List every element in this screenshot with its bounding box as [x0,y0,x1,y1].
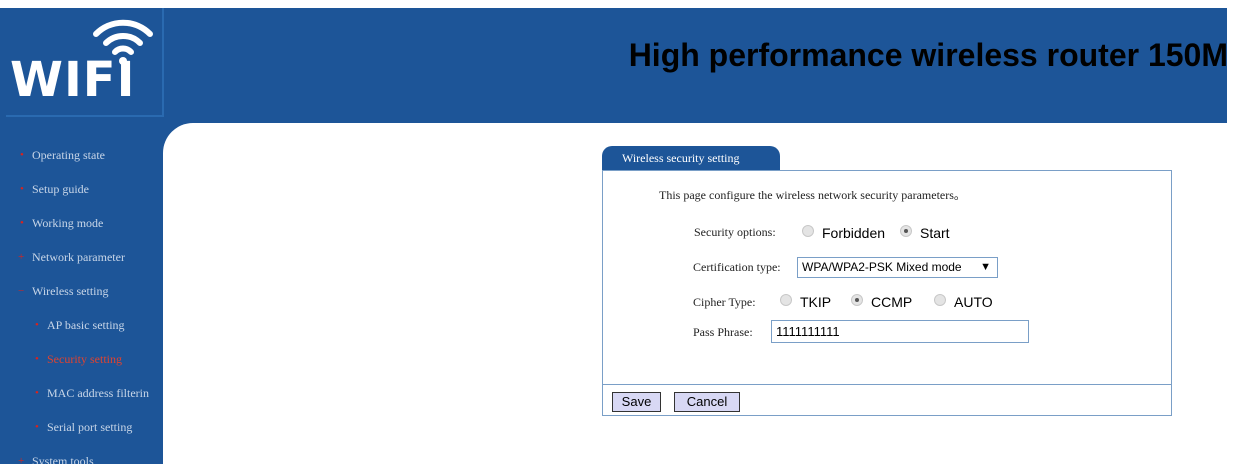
logo-text: WIFI [10,52,136,108]
security-options-label: Security options: [694,225,776,239]
tab-wireless-security-setting[interactable]: Wireless security setting [602,146,780,170]
radio-forbidden-label: Forbidden [822,225,886,241]
radio-forbidden[interactable] [802,225,814,237]
radio-auto-label: AUTO [954,294,993,310]
certification-type-select[interactable]: WPA/WPA2-PSK Mixed mode ▼ [797,257,998,278]
bullet-icon: • [35,421,39,433]
bullet-icon: • [35,353,39,365]
logo: WIFI [6,8,164,117]
sidebar-item-operating-state[interactable]: • Operating state [0,143,163,173]
radio-start[interactable] [900,225,912,237]
sidebar-item-label: System tools [32,454,94,464]
divider [602,384,1172,385]
certification-type-label: Certification type: [693,260,781,274]
sidebar-item-label: Serial port setting [47,420,133,434]
sidebar-item-label: Working mode [32,216,104,230]
settings-panel [602,170,1172,416]
sidebar-item-label: Wireless setting [32,284,109,298]
sidebar-item-working-mode[interactable]: • Working mode [0,211,163,241]
sidebar-item-ap-basic-setting[interactable]: • AP basic setting [0,313,163,343]
content-corner [163,123,193,153]
plus-icon: + [18,455,25,464]
sidebar-item-label: Setup guide [32,182,89,196]
radio-tkip[interactable] [780,294,792,306]
bullet-icon: • [35,387,39,399]
sidebar-item-security-setting[interactable]: • Security setting [0,347,163,377]
chevron-down-icon: ▼ [980,261,991,273]
sidebar-item-label: AP basic setting [47,318,125,332]
bullet-icon: • [35,319,39,331]
plus-icon: + [18,251,25,263]
sidebar-item-label: Network parameter [32,250,125,264]
sidebar: • Operating state • Setup guide • Workin… [0,123,163,464]
bullet-icon: • [20,183,24,195]
minus-icon: − [18,285,25,297]
bullet-icon: • [20,149,24,161]
radio-tkip-label: TKIP [800,294,832,310]
certification-type-value: WPA/WPA2-PSK Mixed mode [802,260,962,274]
sidebar-item-mac-address-filtering[interactable]: • MAC address filterin [0,381,163,411]
radio-auto[interactable] [934,294,946,306]
sidebar-item-label: Operating state [32,148,105,162]
pass-phrase-label: Pass Phrase: [693,325,753,339]
page-description: This page configure the wireless network… [659,188,966,202]
sidebar-item-serial-port-setting[interactable]: • Serial port setting [0,415,163,445]
cancel-button[interactable]: Cancel [674,392,740,412]
cipher-type-label: Cipher Type: [693,295,756,309]
sidebar-item-setup-guide[interactable]: • Setup guide [0,177,163,207]
save-button[interactable]: Save [612,392,661,412]
sidebar-item-label: MAC address filterin [47,386,149,400]
pass-phrase-input[interactable]: 1111111111 [771,320,1029,343]
sidebar-item-label: Security setting [47,352,122,366]
radio-start-label: Start [920,225,950,241]
radio-ccmp-label: CCMP [871,294,913,310]
sidebar-item-system-tools[interactable]: + System tools [0,449,163,464]
sidebar-item-wireless-setting[interactable]: − Wireless setting [0,279,163,309]
sidebar-item-network-parameter[interactable]: + Network parameter [0,245,163,275]
radio-ccmp[interactable] [851,294,863,306]
bullet-icon: • [20,217,24,229]
page-title: High performance wireless router 150M [628,37,1228,73]
